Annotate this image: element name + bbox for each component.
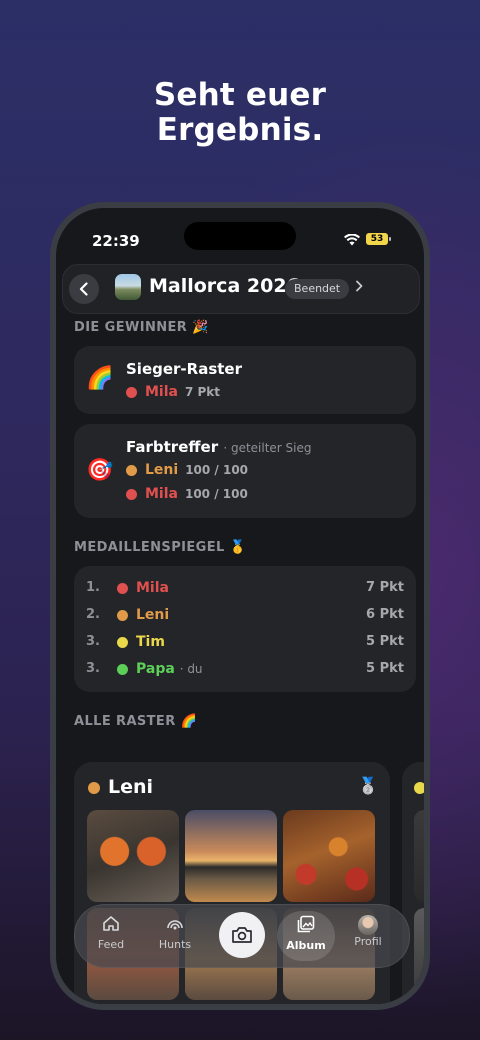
home-icon — [103, 916, 119, 931]
medal-player: Leni — [117, 607, 170, 623]
album-icon — [297, 915, 315, 933]
player-name: Leni — [145, 462, 179, 478]
grid-owner: Leni — [88, 776, 153, 798]
chevron-right-icon[interactable] — [355, 280, 363, 292]
player-name: Leni — [136, 607, 170, 623]
nav-label: Hunts — [158, 938, 192, 951]
medal-rank: 1. — [86, 580, 100, 595]
medal-row[interactable]: 2. Leni 6 Pkt — [86, 607, 404, 627]
player-color-dot — [117, 663, 128, 675]
nav-item-profil[interactable]: Profil — [340, 915, 396, 948]
player-name: Tim — [136, 634, 165, 650]
wifi-icon — [344, 234, 360, 246]
headline-line-2: Ergebnis. — [156, 112, 324, 148]
medal-row[interactable]: 3. Tim 5 Pkt — [86, 634, 404, 654]
back-button[interactable] — [69, 274, 99, 304]
medals-section-label: MEDAILLENSPIEGEL 🥇 — [74, 540, 247, 555]
winner-entry: Mila 100 / 100 — [126, 486, 248, 502]
avatar-icon — [358, 915, 378, 935]
winner-card-farbtreffer[interactable]: 🎯 Farbtreffer · geteilter Sieg Leni 100 /… — [74, 424, 416, 518]
nav-item-hunts[interactable]: Hunts — [147, 915, 203, 951]
headline: Seht euer Ergebnis. — [0, 78, 480, 148]
camera-icon — [232, 927, 252, 943]
player-name: Mila — [145, 384, 178, 400]
photo-partial[interactable] — [414, 908, 424, 1000]
winner-card-title-text: Farbtreffer — [126, 438, 219, 456]
trip-title: Mallorca 2026 — [149, 275, 300, 297]
player-name: Leni — [108, 776, 154, 798]
player-color-dot — [414, 782, 424, 794]
winner-card-sieger-raster[interactable]: 🌈 Sieger-Raster Mila 7 Pkt — [74, 346, 416, 414]
nav-item-album[interactable]: Album — [278, 915, 334, 952]
medal-rank: 2. — [86, 607, 100, 622]
photo-cocktails[interactable] — [87, 810, 179, 902]
camera-button[interactable] — [219, 912, 265, 958]
winner-entry: Mila 7 Pkt — [126, 384, 220, 400]
player-color-dot — [126, 386, 137, 398]
medal-rank: 3. — [86, 634, 100, 649]
nav-label: Album — [286, 939, 326, 952]
photo-partial[interactable] — [414, 810, 424, 902]
player-name: Papa — [136, 661, 175, 677]
grids-section-label: ALLE RASTER 🌈 — [74, 714, 198, 729]
top-bar: Mallorca 2026 Beendet — [62, 264, 420, 314]
radar-icon — [167, 920, 183, 930]
nav-label: Profil — [354, 935, 382, 948]
player-color-dot — [126, 488, 137, 500]
bottom-nav: Feed Hunts Album Profil — [74, 904, 410, 968]
headline-line-1: Seht euer — [153, 77, 327, 113]
medal-rank: 3. — [86, 661, 100, 676]
photo-sunset[interactable] — [185, 810, 277, 902]
player-color-dot — [88, 781, 100, 794]
rainbow-icon: 🌈 — [86, 366, 114, 391]
medal-row[interactable]: 3. Papa · du 5 Pkt — [86, 661, 404, 681]
status-bar: 22:39 53 — [56, 208, 424, 268]
player-color-dot — [117, 609, 128, 621]
medal-points: 6 Pkt — [366, 607, 404, 622]
battery-tip — [389, 237, 391, 241]
winner-card-subtitle: · geteilter Sieg — [223, 441, 312, 455]
medal-player: Tim — [117, 634, 165, 650]
player-grid-card-next[interactable] — [402, 762, 424, 1004]
target-icon: 🎯 — [86, 458, 114, 483]
player-name: Mila — [145, 486, 178, 502]
status-time: 22:39 — [92, 232, 140, 250]
nav-item-feed[interactable]: Feed — [83, 915, 139, 951]
winner-entry: Leni 100 / 100 — [126, 462, 248, 478]
battery-icon: 53 — [366, 233, 388, 245]
medal-player: Mila — [117, 580, 169, 596]
player-color-dot — [126, 464, 137, 476]
phone-screen: 22:39 53 Mallorca 2026 Beendet DIE GEWIN… — [56, 208, 424, 1004]
player-points: 7 Pkt — [184, 385, 221, 399]
medal-points: 5 Pkt — [366, 634, 404, 649]
player-points: 100 / 100 — [184, 487, 248, 501]
trip-thumbnail — [115, 274, 141, 300]
player-color-dot — [117, 636, 128, 648]
medal-points: 5 Pkt — [366, 661, 404, 676]
dynamic-island — [184, 222, 296, 250]
player-self-tag: · du — [179, 662, 203, 676]
medal-row[interactable]: 1. Mila 7 Pkt — [86, 580, 404, 600]
player-name: Mila — [136, 580, 169, 596]
chevron-left-icon — [79, 282, 88, 296]
medal-points: 7 Pkt — [366, 580, 404, 595]
phone-frame: 22:39 53 Mallorca 2026 Beendet DIE GEWIN… — [50, 202, 430, 1010]
nav-label: Feed — [97, 938, 125, 951]
photo-market[interactable] — [283, 810, 375, 902]
medal-table: 1. Mila 7 Pkt 2. Leni 6 Pkt 3. Tim 5 Pkt… — [74, 566, 416, 692]
status-badge: Beendet — [285, 279, 350, 299]
winner-card-title: Sieger-Raster — [126, 360, 242, 378]
medal-player: Papa · du — [117, 661, 203, 677]
player-color-dot — [117, 582, 128, 594]
silver-medal-icon: 🥈 — [358, 776, 378, 795]
winners-section-label: DIE GEWINNER 🎉 — [74, 320, 209, 335]
winner-card-title: Farbtreffer · geteilter Sieg — [126, 438, 312, 456]
player-points: 100 / 100 — [185, 463, 249, 477]
